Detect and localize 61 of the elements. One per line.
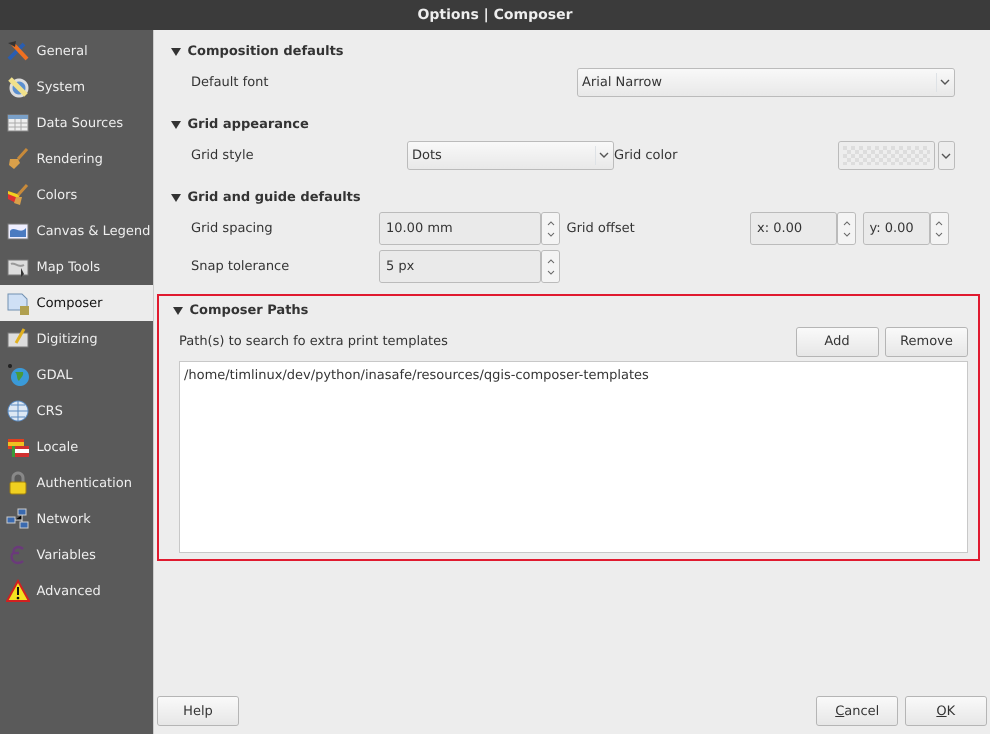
sidebar-item[interactable]: Network xyxy=(0,501,153,538)
brush-icon xyxy=(6,183,30,208)
dropdown[interactable]: Dots xyxy=(407,141,614,170)
sidebar-item[interactable]: Canvas & Legend xyxy=(0,213,153,250)
list-item[interactable]: /home/timlinux/dev/python/inasafe/resources/qgis-composer-templates xyxy=(184,366,963,385)
sidebar-item[interactable]: Rendering xyxy=(0,141,153,178)
sidebar-item[interactable]: System xyxy=(0,69,153,106)
globe-icon xyxy=(6,363,30,388)
field-label: Grid color xyxy=(614,146,678,165)
caret-icon xyxy=(941,152,951,158)
section-header[interactable]: Composition defaults xyxy=(171,40,970,64)
section-header[interactable]: Grid appearance xyxy=(171,112,970,136)
caret-icon xyxy=(599,152,609,158)
description-text: Path(s) to search fo extra print templates xyxy=(179,332,449,351)
footer-button[interactable]: Cancel xyxy=(816,696,898,726)
spin-arrows[interactable] xyxy=(837,212,856,245)
sidebar-item[interactable]: Locale xyxy=(0,429,153,466)
sidebar-item[interactable]: Data Sources xyxy=(0,105,153,142)
field-label: Default font xyxy=(191,74,270,92)
spin-arrows[interactable] xyxy=(930,212,948,245)
sidebar-item[interactable]: Advanced xyxy=(0,573,153,610)
field-label: Snap tolerance xyxy=(191,258,290,276)
warning-icon xyxy=(6,579,30,604)
spin-field[interactable]: x: 0.00 xyxy=(750,212,837,245)
globe-grid-icon xyxy=(6,399,30,424)
field-label: Grid style xyxy=(191,146,255,165)
spin-field[interactable]: y: 0.00 xyxy=(862,212,930,245)
caret-icon xyxy=(940,79,950,86)
triangle-icon[interactable] xyxy=(173,306,183,314)
sidebar-item[interactable]: Variables xyxy=(0,537,153,574)
brush-icon xyxy=(6,147,30,172)
footer-button[interactable]: OK xyxy=(904,696,987,726)
triangle-icon[interactable] xyxy=(171,120,181,128)
triangle-icon[interactable] xyxy=(171,194,181,202)
triangle-icon[interactable] xyxy=(171,48,181,56)
window-title: Options | Composer xyxy=(417,6,573,24)
spin-field[interactable]: 5 px xyxy=(379,250,541,283)
sidebar-item[interactable]: GDAL xyxy=(0,357,153,394)
sidebar-item[interactable]: Authentication xyxy=(0,465,153,502)
action-button[interactable]: Add xyxy=(796,326,878,356)
footer-button[interactable]: Help xyxy=(157,696,239,726)
sidebar-item[interactable]: Digitizing xyxy=(0,321,153,358)
sidebar-item[interactable]: General xyxy=(0,33,153,70)
dropdown[interactable]: Arial Narrow xyxy=(577,68,955,97)
section-header[interactable]: Composer Paths xyxy=(173,298,968,322)
color-button[interactable] xyxy=(838,141,935,170)
field-label: Grid spacing xyxy=(191,220,274,238)
sidebar-item[interactable]: CRS xyxy=(0,393,153,430)
dropdown-button[interactable] xyxy=(938,141,955,170)
field-label: Grid offset xyxy=(566,220,636,238)
path-list[interactable]: /home/timlinux/dev/python/inasafe/resources/qgis-composer-templates xyxy=(179,360,968,552)
sidebar-item[interactable]: Map Tools xyxy=(0,249,153,286)
sidebar-item[interactable]: Colors xyxy=(0,177,153,214)
spin-field[interactable]: 10.00 mm xyxy=(379,212,541,245)
spin-arrows[interactable] xyxy=(541,212,560,245)
section-header[interactable]: Grid and guide defaults xyxy=(171,186,970,210)
sidebar-item[interactable]: Composer xyxy=(0,285,153,322)
action-button[interactable]: Remove xyxy=(885,326,968,356)
computers-icon xyxy=(6,507,30,532)
page-icon xyxy=(6,291,30,316)
spin-arrows[interactable] xyxy=(541,250,560,283)
